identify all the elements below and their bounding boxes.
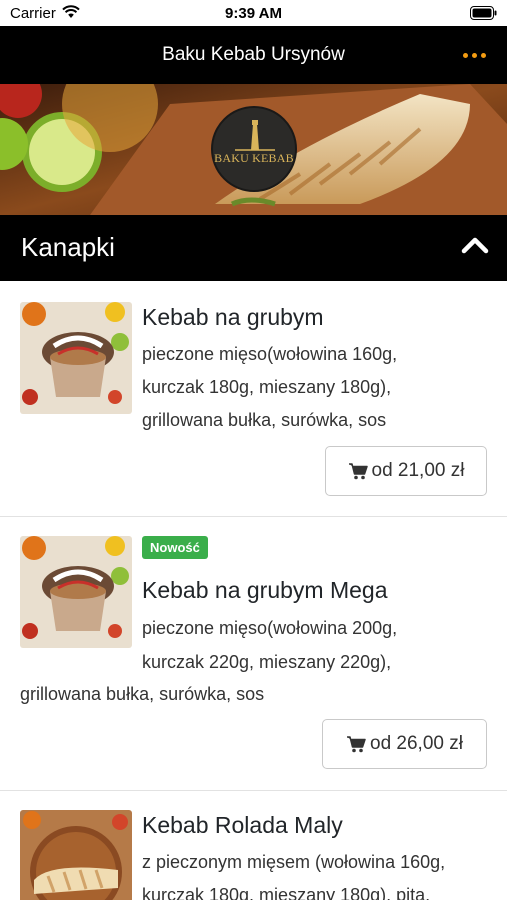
item-description-line: pieczone mięso(wołowina 160g, [142, 344, 398, 364]
ellipsis-icon[interactable] [461, 44, 489, 66]
add-to-cart-button[interactable]: od 26,00 zł [322, 719, 487, 769]
cart-icon [348, 463, 368, 480]
item-description-line: grillowana bułka, surówka, sos [20, 684, 265, 704]
new-badge: Nowość [142, 536, 208, 559]
add-to-cart-button[interactable]: od 21,00 zł [325, 446, 487, 496]
chevron-up-icon[interactable] [461, 235, 489, 255]
item-name: Kebab Rolada Maly [142, 812, 343, 838]
menu-item[interactable]: Kebab Rolada Maly z pieczonym mięsem (wo… [0, 791, 507, 900]
status-bar: Carrier 9:39 AM [0, 0, 507, 26]
menu-item[interactable]: Nowość Kebab na grubym Mega pieczone mię… [0, 517, 507, 791]
restaurant-banner: BAKU KEBAB [0, 84, 507, 215]
status-time: 9:39 AM [225, 5, 282, 22]
menu-item[interactable]: Kebab na grubym pieczone mięso(wołowina … [0, 281, 507, 517]
item-name: Kebab na grubym Mega [142, 577, 388, 603]
item-image [20, 810, 132, 900]
nav-title: Baku Kebab Ursynów [162, 44, 345, 65]
tower-icon [235, 120, 275, 151]
item-description-line: grillowana bułka, surówka, sos [142, 410, 387, 430]
item-description-line: z pieczonym mięsem (wołowina 160g, [142, 852, 446, 872]
logo-text: BAKU KEBAB [214, 151, 294, 165]
item-description-line: kurczak 180g, mieszany 180g), [142, 377, 392, 397]
item-description-line: kurczak 220g, mieszany 220g), [142, 652, 392, 672]
category-header[interactable]: Kanapki [0, 215, 507, 281]
price-label: od 21,00 zł [371, 460, 465, 481]
navbar: Baku Kebab Ursynów [0, 26, 507, 84]
item-image [20, 536, 132, 648]
item-name: Kebab na grubym [142, 304, 324, 330]
battery-icon [470, 6, 497, 20]
item-description-line: kurczak 180g, mieszany 180g), pita, [142, 885, 431, 900]
cart-icon [347, 736, 366, 753]
item-image [20, 302, 132, 414]
category-title: Kanapki [21, 232, 115, 262]
item-description-line: pieczone mięso(wołowina 200g, [142, 618, 398, 638]
price-label: od 26,00 zł [370, 733, 463, 754]
restaurant-logo: BAKU KEBAB [211, 106, 297, 192]
